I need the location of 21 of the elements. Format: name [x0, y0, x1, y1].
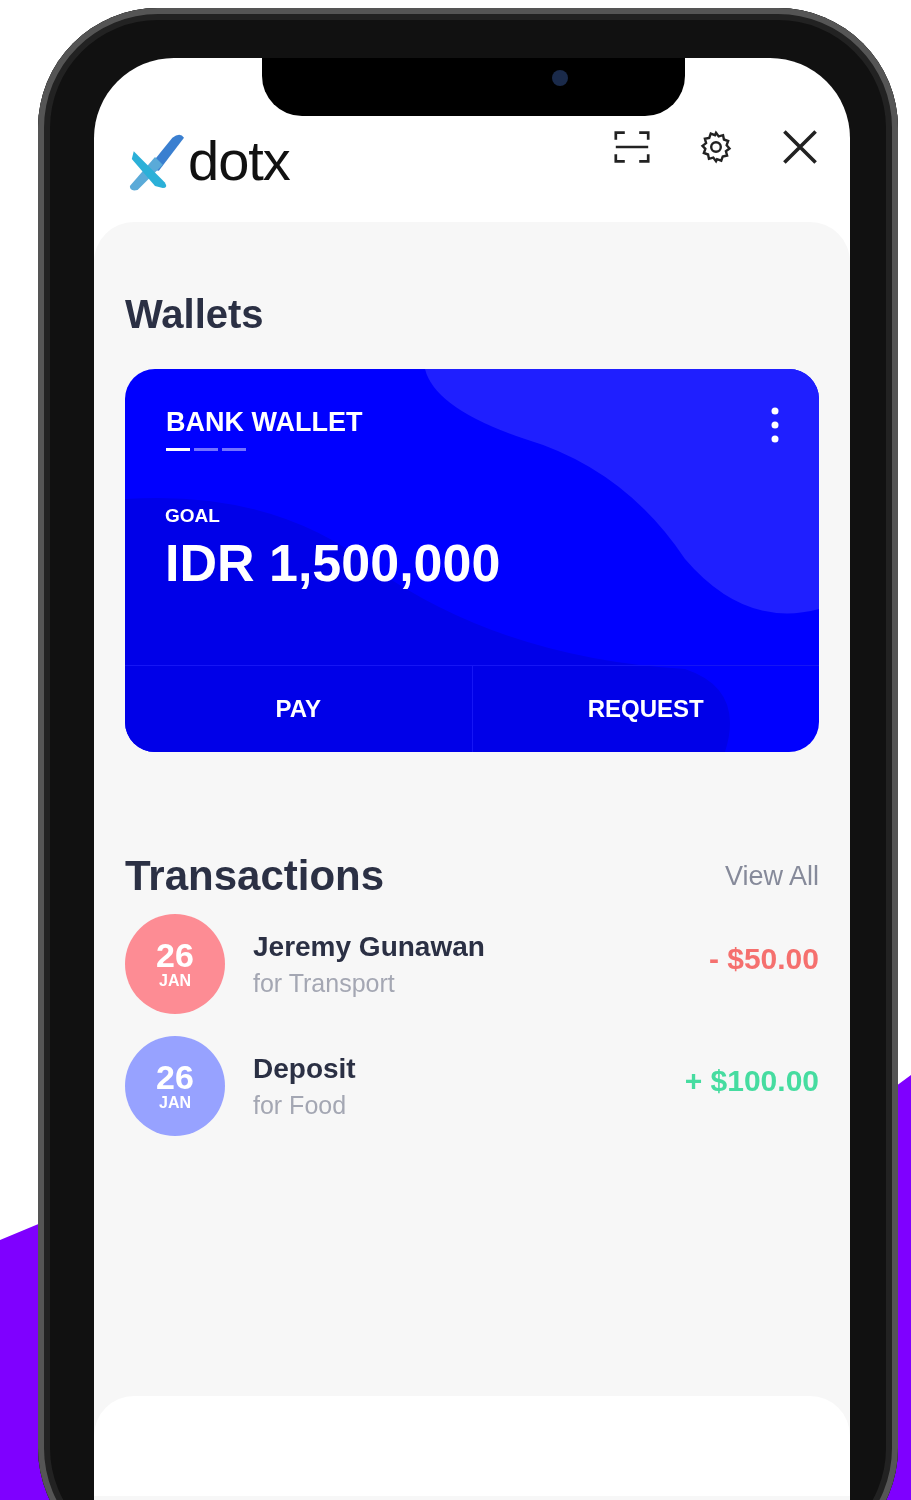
- goal-label: GOAL: [165, 505, 221, 527]
- close-icon[interactable]: [782, 129, 818, 165]
- action-button[interactable]: REQUEST: [471, 666, 819, 752]
- logo-text: dotx: [188, 127, 290, 193]
- date-badge: 26 JAN: [125, 914, 225, 1014]
- section-title: Transactions: [125, 852, 385, 900]
- transaction-name: Deposit: [253, 1052, 357, 1085]
- settings-icon[interactable]: [698, 129, 734, 165]
- wallet-name: BANK WALLET: [166, 407, 363, 438]
- date-badge: 26 JAN: [125, 1036, 225, 1136]
- goal-amount: IDR 1,500,000: [165, 533, 502, 593]
- action-button[interactable]: PAY: [125, 666, 472, 752]
- camera-icon: [552, 70, 568, 86]
- transaction-amount: - $50.00: [708, 942, 819, 976]
- transaction-name: Jeremy Gunawan: [253, 930, 486, 963]
- scan-icon[interactable]: [614, 129, 650, 165]
- transaction-amount: + $100.00: [684, 1064, 819, 1098]
- transaction-category: for Transport: [253, 968, 396, 998]
- section-title: Wallets: [125, 292, 265, 337]
- transaction-category: for Food: [253, 1090, 348, 1120]
- more-icon[interactable]: [771, 407, 779, 443]
